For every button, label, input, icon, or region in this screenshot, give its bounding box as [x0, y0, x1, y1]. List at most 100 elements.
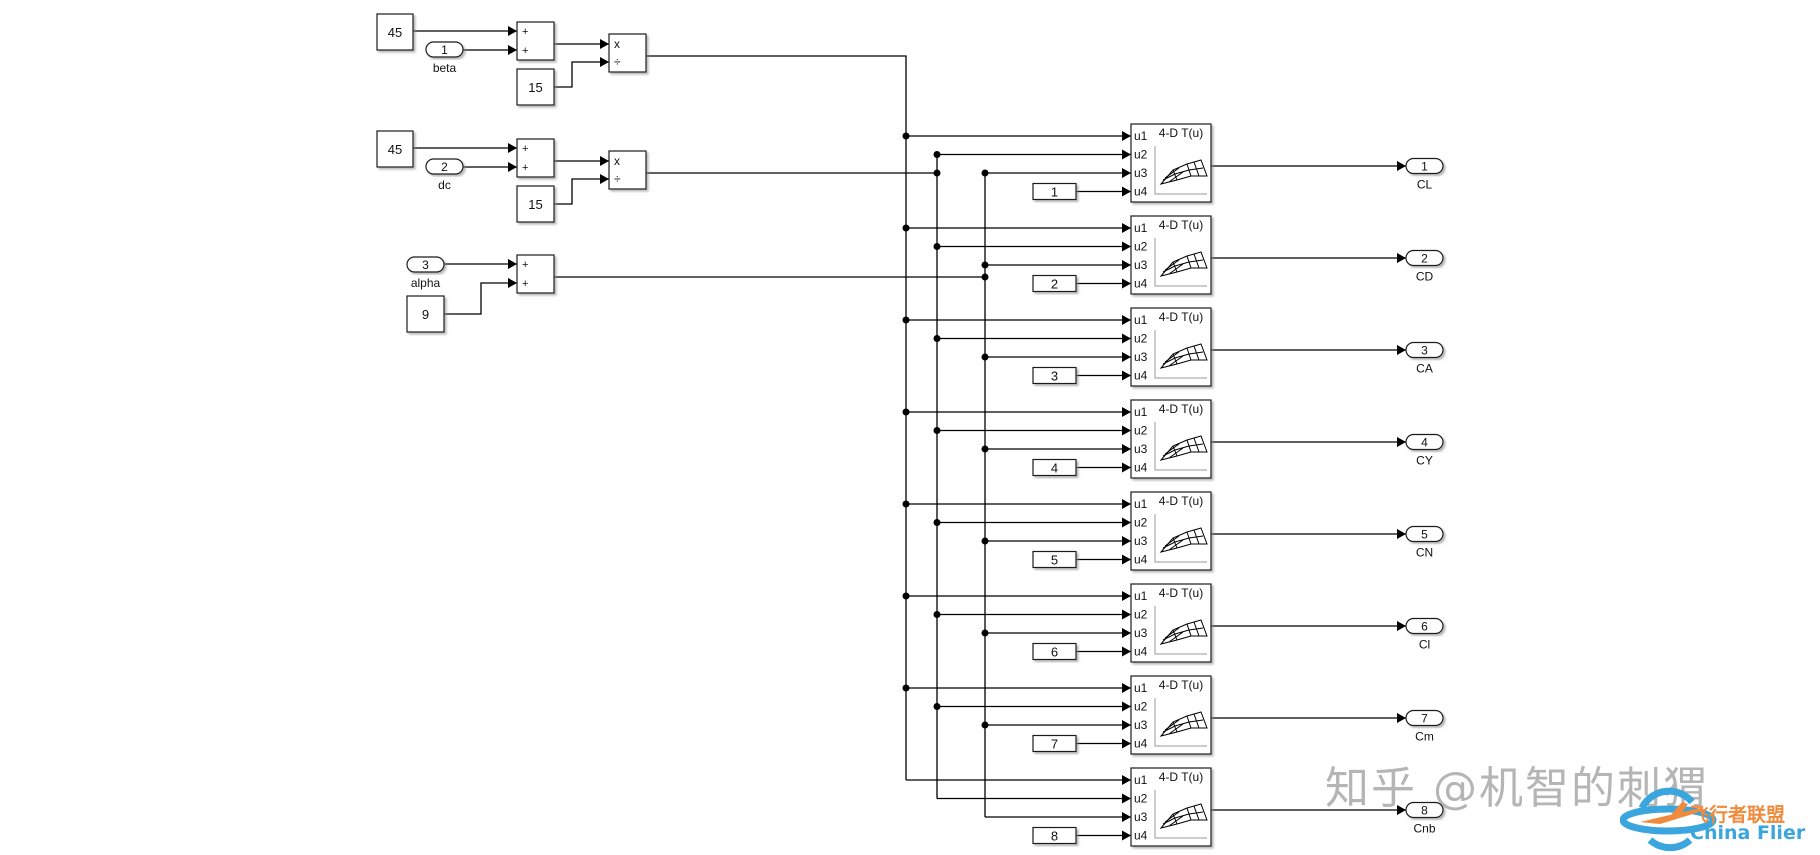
- branch-point: [902, 316, 910, 324]
- arrowhead-icon: [600, 174, 609, 184]
- arrowhead-icon: [1122, 830, 1131, 841]
- lookup-table-2-port-u4: u4: [1134, 277, 1148, 291]
- lookup-table-1-port-u2: u2: [1134, 148, 1148, 162]
- branch-point: [981, 353, 989, 361]
- branch-point: [902, 224, 910, 232]
- arrowhead-icon: [1122, 352, 1131, 362]
- arrowhead-icon: [1397, 345, 1406, 355]
- arrowhead-icon: [1122, 812, 1131, 822]
- branch-point: [933, 151, 941, 158]
- arrowhead-icon: [1122, 683, 1131, 693]
- arrowhead-icon: [1122, 628, 1131, 638]
- bus-beta: [646, 55, 907, 780]
- lookup-table-5-port-u3: u3: [1134, 534, 1148, 548]
- branch-point: [933, 611, 941, 618]
- lookup-table-1-title: 4-D T(u): [1159, 126, 1203, 140]
- constant-index-3-value: 3: [1051, 369, 1058, 384]
- arrowhead-icon: [1122, 536, 1131, 546]
- arrowhead-icon: [1122, 333, 1131, 344]
- branch-point: [981, 445, 989, 453]
- outport-Cl-label: Cl: [1419, 638, 1430, 652]
- arrowhead-icon: [1122, 241, 1131, 252]
- sum-beta-sign2: +: [522, 45, 528, 57]
- lookup-table-5-port-u2: u2: [1134, 516, 1148, 530]
- arrowhead-icon: [1122, 131, 1131, 141]
- arrowhead-icon: [600, 57, 609, 67]
- outport-CY-label: CY: [1416, 454, 1433, 468]
- arrowhead-icon: [508, 162, 517, 172]
- arrowhead-icon: [1122, 186, 1131, 197]
- branch-point: [902, 408, 910, 416]
- inport-alpha-number: 3: [422, 258, 429, 272]
- branch-point: [981, 629, 989, 637]
- lookup-table-4-port-u2: u2: [1134, 424, 1148, 438]
- lookup-table-3-port-u3: u3: [1134, 350, 1148, 364]
- constant-divisor-dc-value: 15: [528, 197, 542, 212]
- constant-index-4-value: 4: [1051, 461, 1058, 476]
- lookup-table-7-title: 4-D T(u): [1159, 678, 1203, 692]
- branch-point: [902, 132, 910, 140]
- lookup-table-5-port-u1: u1: [1134, 497, 1148, 511]
- branch-point: [981, 169, 989, 177]
- inport-beta-number: 1: [441, 43, 448, 57]
- outport-CA-number: 3: [1421, 344, 1428, 358]
- lookup-table-8-port-u2: u2: [1134, 792, 1148, 806]
- branch-point: [902, 684, 910, 692]
- simulink-canvas: 451beta++15x÷452dc++15x÷3alpha++94-D T(u…: [376, 13, 1444, 847]
- lookup-table-7-port-u2: u2: [1134, 700, 1148, 714]
- arrowhead-icon: [1122, 444, 1131, 454]
- constant-offset-alpha-value: 9: [422, 307, 429, 322]
- divide-dc-sign2: ÷: [614, 172, 621, 186]
- arrowhead-icon: [1122, 738, 1131, 749]
- arrowhead-icon: [1122, 278, 1131, 289]
- branch-point: [981, 261, 989, 269]
- lookup-table-6-port-u3: u3: [1134, 626, 1148, 640]
- lookup-table-2-port-u2: u2: [1134, 240, 1148, 254]
- sum-dc-sign1: +: [522, 143, 528, 155]
- arrowhead-icon: [1122, 701, 1131, 712]
- lookup-table-8-port-u3: u3: [1134, 810, 1148, 824]
- outport-CY-number: 4: [1421, 436, 1428, 450]
- outport-CL-label: CL: [1417, 178, 1433, 192]
- lookup-table-7-port-u3: u3: [1134, 718, 1148, 732]
- lookup-table-6-port-u4: u4: [1134, 645, 1148, 659]
- lookup-table-3-port-u4: u4: [1134, 369, 1148, 383]
- arrowhead-icon: [1122, 370, 1131, 381]
- arrowhead-icon: [1122, 168, 1131, 178]
- arrowhead-icon: [1122, 517, 1131, 528]
- lookup-table-6-port-u2: u2: [1134, 608, 1148, 622]
- lookup-table-4-port-u4: u4: [1134, 461, 1148, 475]
- arrowhead-icon: [1122, 720, 1131, 730]
- lookup-table-8-port-u1: u1: [1134, 773, 1148, 787]
- arrowhead-icon: [600, 39, 609, 49]
- outport-CL-number: 1: [1421, 160, 1428, 174]
- outport-CN-label: CN: [1416, 546, 1433, 560]
- sum-dc-sign2: +: [522, 162, 528, 174]
- constant-divisor-beta-value: 15: [528, 80, 542, 95]
- divide-dc-sign1: x: [614, 154, 620, 168]
- outport-CA-label: CA: [1416, 362, 1433, 376]
- arrowhead-icon: [508, 143, 517, 153]
- arrowhead-icon: [1122, 407, 1131, 417]
- arrowhead-icon: [1122, 591, 1131, 601]
- arrowhead-icon: [1397, 621, 1406, 631]
- branch-point: [981, 537, 989, 545]
- branch-point: [933, 427, 941, 434]
- sum-beta-sign1: +: [522, 26, 528, 38]
- branch-point: [933, 335, 941, 342]
- arrowhead-icon: [508, 259, 517, 269]
- arrowhead-icon: [1397, 713, 1406, 723]
- lookup-table-3-title: 4-D T(u): [1159, 310, 1203, 324]
- arrowhead-icon: [1122, 793, 1131, 804]
- arrowhead-icon: [508, 45, 517, 55]
- constant-index-5-value: 5: [1051, 553, 1058, 568]
- outport-CD-label: CD: [1416, 270, 1434, 284]
- lookup-table-4-port-u1: u1: [1134, 405, 1148, 419]
- constant-index-2-value: 2: [1051, 277, 1058, 292]
- lookup-table-1-port-u4: u4: [1134, 185, 1148, 199]
- lookup-table-1-port-u3: u3: [1134, 166, 1148, 180]
- outport-CD-number: 2: [1421, 252, 1428, 266]
- lookup-table-2-port-u1: u1: [1134, 221, 1148, 235]
- outport-Cm-label: Cm: [1415, 730, 1434, 744]
- arrowhead-icon: [1122, 775, 1131, 785]
